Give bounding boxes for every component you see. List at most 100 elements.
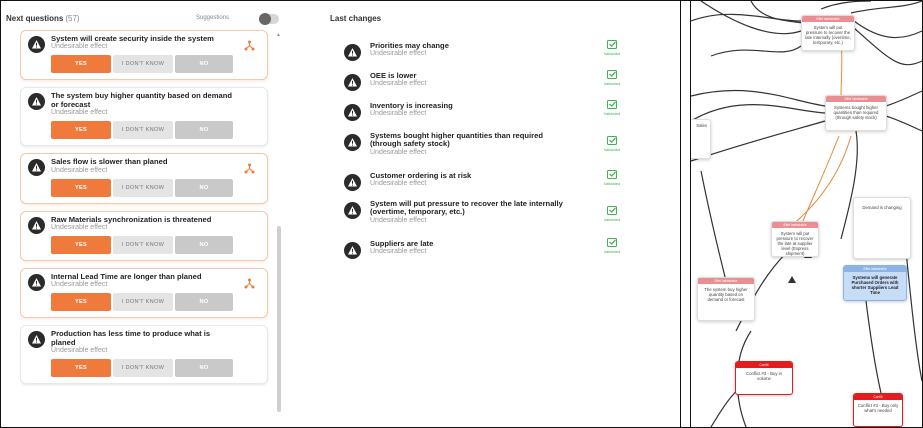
check-icon bbox=[607, 238, 617, 247]
node-label: Sales bbox=[696, 123, 707, 128]
change-subtitle: Undesirable effect bbox=[370, 216, 427, 224]
graph-node[interactable]: Demand is changing bbox=[853, 197, 911, 259]
check-icon bbox=[607, 136, 617, 145]
question-subtitle: Undesirable effect bbox=[51, 109, 108, 117]
question-card: Raw Materials synchronization is threate… bbox=[20, 210, 268, 262]
question-subtitle: Undesirable effect bbox=[51, 347, 108, 355]
scrollbar-thumb[interactable] bbox=[277, 226, 281, 412]
change-subtitle: Undesirable effect bbox=[370, 248, 427, 256]
dont-know-button[interactable]: I DON'T KNOW bbox=[113, 121, 173, 140]
change-title: Customer ordering is at risk bbox=[370, 171, 472, 180]
tree-link-icon[interactable] bbox=[244, 40, 255, 51]
warning-icon bbox=[28, 159, 45, 177]
question-card: Internal Lead Time are longer than plane… bbox=[20, 268, 268, 319]
change-title: Systems bought higher quantities than re… bbox=[370, 131, 543, 149]
graph-node[interactable]: Effet Indésirable System will put pressu… bbox=[771, 221, 819, 257]
no-button[interactable]: NO bbox=[175, 121, 233, 140]
questions-count: (57) bbox=[65, 14, 80, 23]
no-button[interactable]: NO bbox=[175, 359, 233, 378]
answer-buttons: YES I DON'T KNOW NO bbox=[51, 359, 259, 378]
warning-icon bbox=[28, 93, 45, 111]
yes-button[interactable]: YES bbox=[51, 55, 111, 74]
node-label: Systems will generate Purchased Orders w… bbox=[851, 275, 899, 295]
change-subtitle: Undesirable effect bbox=[370, 148, 427, 156]
question-title: System will create security inside the s… bbox=[51, 34, 214, 43]
no-button[interactable]: NO bbox=[175, 236, 233, 255]
question-title: Production has less time to produce what… bbox=[51, 329, 211, 347]
graph-node[interactable]: Effet Indésirable System will put pressu… bbox=[801, 15, 855, 51]
warning-icon bbox=[28, 274, 45, 292]
dont-know-button[interactable]: I DON'T KNOW bbox=[113, 178, 173, 197]
node-label: System will put pressure to recover the … bbox=[805, 25, 851, 45]
toggle-knob bbox=[259, 13, 271, 25]
warning-icon bbox=[344, 134, 361, 151]
validated-badge: Validated bbox=[599, 136, 625, 152]
graph-node[interactable]: Conflit Conflict #3 - Buy only what's ne… bbox=[853, 393, 903, 427]
graph-canvas[interactable]: Effet Indésirable System will put pressu… bbox=[691, 1, 922, 427]
change-item: Suppliers are late Undesirable effect Val… bbox=[344, 238, 644, 270]
yes-button[interactable]: YES bbox=[51, 236, 111, 255]
dont-know-button[interactable]: I DON'T KNOW bbox=[113, 236, 173, 255]
yes-button[interactable]: YES bbox=[51, 178, 111, 197]
question-subtitle: Undesirable effect bbox=[51, 224, 108, 232]
question-card: Production has less time to produce what… bbox=[20, 325, 268, 385]
change-subtitle: Undesirable effect bbox=[370, 110, 427, 118]
warning-icon bbox=[344, 174, 361, 191]
change-title: System will put pressure to recover the … bbox=[370, 199, 563, 217]
question-subtitle: Undesirable effect bbox=[51, 43, 108, 51]
dont-know-button[interactable]: I DON'T KNOW bbox=[113, 55, 173, 74]
last-changes-title: Last changes bbox=[330, 14, 382, 23]
answer-buttons: YES I DON'T KNOW NO bbox=[51, 121, 259, 140]
answer-buttons: YES I DON'T KNOW NO bbox=[51, 236, 259, 255]
question-title: Sales flow is slower than planed bbox=[51, 157, 168, 167]
dont-know-button[interactable]: I DON'T KNOW bbox=[113, 359, 173, 378]
change-title: OEE is lower bbox=[370, 71, 417, 80]
yes-button[interactable]: YES bbox=[51, 359, 111, 378]
warning-icon bbox=[344, 74, 361, 91]
graph-node[interactable]: Conflit Conflict #3 - Buy in volume bbox=[735, 361, 793, 395]
question-title: The system buy higher quantity based on … bbox=[51, 91, 233, 109]
panel-divider bbox=[680, 0, 681, 428]
change-item: Customer ordering is at risk Undesirable … bbox=[344, 170, 644, 202]
validated-badge: Validated bbox=[599, 40, 625, 56]
node-label: Systems bought higher quantities than re… bbox=[833, 105, 879, 120]
node-label: The system buy higher quantity based on … bbox=[704, 287, 748, 302]
validated-badge: Validated bbox=[599, 70, 625, 86]
yes-button[interactable]: YES bbox=[51, 293, 111, 312]
change-item: System will put pressure to recover the … bbox=[344, 199, 644, 236]
change-title: Inventory is increasing bbox=[370, 101, 453, 110]
warning-icon bbox=[344, 104, 361, 121]
change-subtitle: Undesirable effect bbox=[370, 80, 427, 88]
graph-node[interactable]: Effet Indésirable The system buy higher … bbox=[697, 277, 755, 321]
tree-link-icon[interactable] bbox=[244, 278, 255, 289]
answer-buttons: YES I DON'T KNOW NO bbox=[51, 293, 259, 312]
graph-node[interactable]: Effet Indésirable Systems will generate … bbox=[843, 265, 907, 301]
no-button[interactable]: NO bbox=[175, 55, 233, 74]
graph-node[interactable]: Sales bbox=[691, 119, 711, 159]
change-item: Priorities may change Undesirable effect … bbox=[344, 40, 644, 72]
questions-list[interactable]: System will create security inside the s… bbox=[20, 30, 270, 428]
node-label: Conflict #3 - Buy only what's needed bbox=[857, 403, 899, 413]
validated-badge: Validated bbox=[599, 206, 625, 222]
warning-icon bbox=[28, 216, 45, 234]
graph-node[interactable]: Effet Indésirable Systems bought higher … bbox=[825, 95, 887, 131]
question-card: The system buy higher quantity based on … bbox=[20, 87, 268, 147]
check-icon bbox=[607, 170, 617, 179]
yes-button[interactable]: YES bbox=[51, 121, 111, 140]
no-button[interactable]: NO bbox=[175, 293, 233, 312]
tree-link-icon[interactable] bbox=[244, 163, 255, 174]
change-title: Priorities may change bbox=[370, 41, 449, 50]
validated-badge: Validated bbox=[599, 238, 625, 254]
dont-know-button[interactable]: I DON'T KNOW bbox=[113, 293, 173, 312]
question-title: Internal Lead Time are longer than plane… bbox=[51, 272, 202, 282]
change-item: Inventory is increasing Undesirable effec… bbox=[344, 100, 644, 132]
suggestions-label: Suggestions bbox=[196, 15, 230, 21]
change-item: OEE is lower Undesirable effect Validated bbox=[344, 70, 644, 102]
warning-icon bbox=[28, 331, 45, 349]
check-icon bbox=[607, 100, 617, 109]
answer-buttons: YES I DON'T KNOW NO bbox=[51, 178, 259, 197]
questions-title: Next questions bbox=[6, 14, 64, 23]
no-button[interactable]: NO bbox=[175, 178, 233, 197]
warning-icon bbox=[344, 242, 361, 259]
suggestions-toggle[interactable] bbox=[259, 13, 279, 25]
